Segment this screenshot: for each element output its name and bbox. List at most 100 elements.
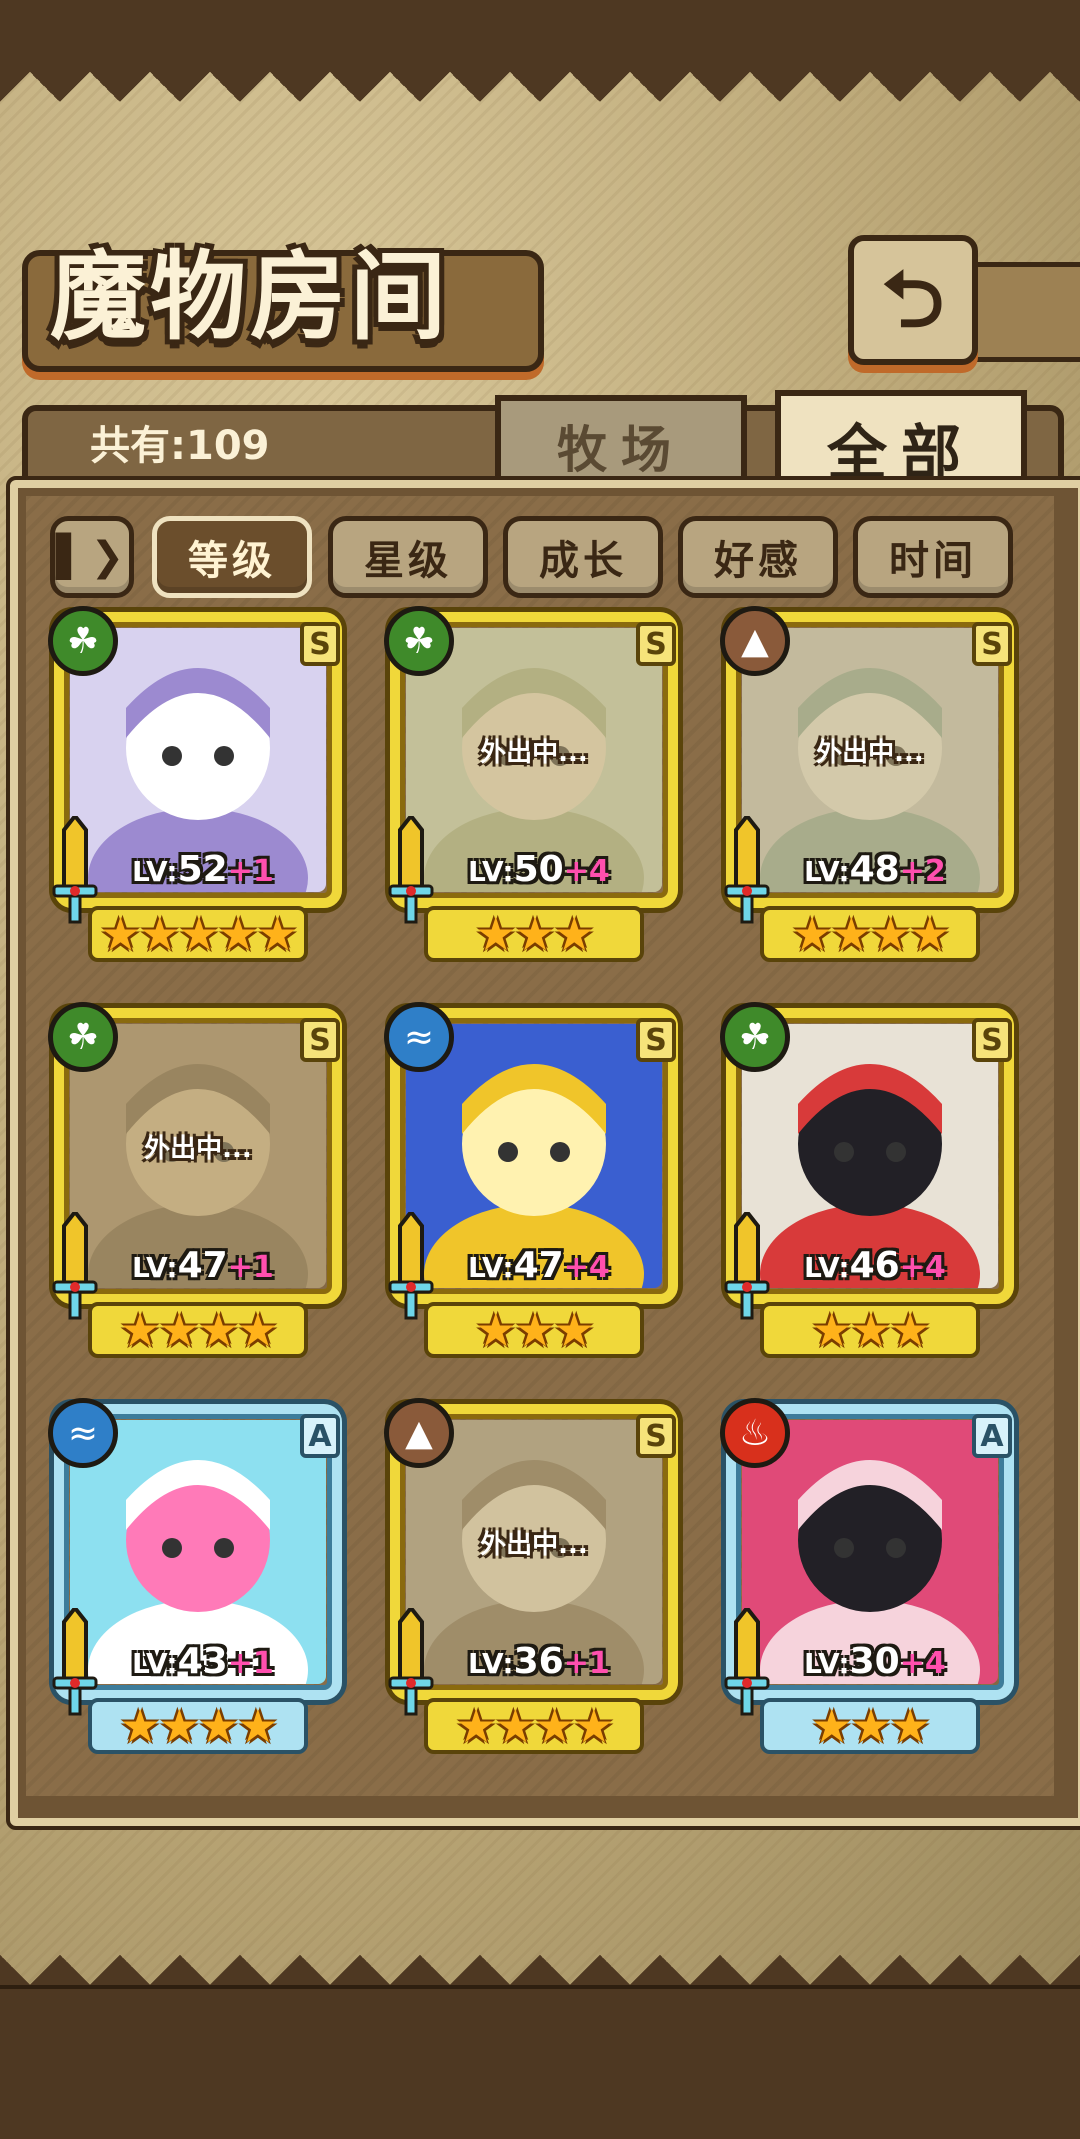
earth-element-icon: ▲ — [720, 606, 790, 676]
monster-card[interactable]: 外出中... ☘ S LV:50+4 ★★★ — [384, 606, 684, 966]
level-value: 47 — [177, 1245, 228, 1286]
level-value: 48 — [849, 849, 900, 890]
level-bonus: +4 — [899, 1646, 946, 1681]
grass-element-icon: ☘ — [384, 606, 454, 676]
sword-icon — [52, 816, 98, 924]
rank-badge: S — [972, 1018, 1012, 1062]
monster-card[interactable]: ♨ A LV:30+4 ★★★ — [720, 1398, 1020, 1758]
top-border — [0, 0, 1080, 76]
sword-icon — [724, 816, 770, 924]
water-element-icon: ≈ — [384, 1002, 454, 1072]
monster-card[interactable]: ☘ S LV:46+4 ★★★ — [720, 1002, 1020, 1362]
back-button-rail — [960, 262, 1080, 362]
level-label: LV:47+4 — [468, 1245, 610, 1286]
level-label: LV:46+4 — [804, 1245, 946, 1286]
level-value: 50 — [513, 849, 564, 890]
bottom-border — [0, 1985, 1080, 2139]
rank-badge: A — [972, 1414, 1012, 1458]
sword-icon — [52, 1608, 98, 1716]
level-value: 52 — [177, 849, 228, 890]
level-value: 36 — [513, 1641, 564, 1682]
star-rating: ★★★★ — [424, 1698, 644, 1754]
sword-icon — [724, 1608, 770, 1716]
water-element-icon: ≈ — [48, 1398, 118, 1468]
sword-icon — [724, 1212, 770, 1320]
level-label: LV:36+1 — [468, 1641, 610, 1682]
monster-card[interactable]: ≈ S LV:47+4 ★★★ — [384, 1002, 684, 1362]
level-value: 47 — [513, 1245, 564, 1286]
grass-element-icon: ☘ — [48, 606, 118, 676]
level-bonus: +2 — [899, 854, 946, 889]
sword-icon — [52, 1212, 98, 1320]
monster-card[interactable]: ☘ S LV:52+1 ★★★★★ — [48, 606, 348, 966]
level-label: LV:43+1 — [132, 1641, 274, 1682]
sort-level-button[interactable]: 等级 — [152, 516, 312, 598]
stars: ★★★★ — [119, 1303, 279, 1357]
earth-element-icon: ▲ — [384, 1398, 454, 1468]
back-button[interactable]: ⮌ — [848, 235, 978, 365]
stars: ★★★★ — [791, 907, 951, 961]
away-status: 外出中... — [480, 1530, 588, 1560]
sword-icon — [388, 1608, 434, 1716]
rank-badge: S — [300, 622, 340, 666]
monster-card[interactable]: 外出中... ▲ S LV:48+2 ★★★★ — [720, 606, 1020, 966]
level-label: LV:50+4 — [468, 849, 610, 890]
monster-card[interactable]: 外出中... ▲ S LV:36+1 ★★★★ — [384, 1398, 684, 1758]
level-bonus: +4 — [899, 1250, 946, 1285]
level-bonus: +4 — [563, 1250, 610, 1285]
level-label: LV:47+1 — [132, 1245, 274, 1286]
rank-badge: S — [636, 1414, 676, 1458]
rank-badge: S — [636, 1018, 676, 1062]
star-rating: ★★★★ — [760, 906, 980, 962]
level-label: LV:52+1 — [132, 849, 274, 890]
level-value: 43 — [177, 1641, 228, 1682]
stars: ★★★ — [475, 907, 595, 961]
level-bonus: +1 — [227, 854, 274, 889]
star-rating: ★★★ — [424, 906, 644, 962]
stars: ★★★ — [811, 1699, 931, 1753]
sort-time-button[interactable]: 时间 — [853, 516, 1013, 598]
stars: ★★★ — [475, 1303, 595, 1357]
monster-card[interactable]: 外出中... ☘ S LV:47+1 ★★★★ — [48, 1002, 348, 1362]
grass-element-icon: ☘ — [720, 1002, 790, 1072]
rank-badge: S — [636, 622, 676, 666]
stars: ★★★ — [811, 1303, 931, 1357]
away-status: 外出中... — [480, 738, 588, 768]
star-rating: ★★★★ — [88, 1698, 308, 1754]
stars: ★★★★★ — [99, 907, 298, 961]
level-label: LV:30+4 — [804, 1641, 946, 1682]
sword-icon — [388, 1212, 434, 1320]
star-rating: ★★★ — [424, 1302, 644, 1358]
sort-affection-button[interactable]: 好感 — [678, 516, 838, 598]
level-bonus: +1 — [227, 1250, 274, 1285]
level-bonus: +1 — [563, 1646, 610, 1681]
monster-count: 共有:109 — [90, 423, 270, 469]
stars: ★★★★ — [455, 1699, 615, 1753]
bottom-zigzag-border — [0, 1925, 1080, 1985]
star-rating: ★★★ — [760, 1302, 980, 1358]
away-status: 外出中... — [144, 1134, 252, 1164]
sort-star-button[interactable]: 星级 — [328, 516, 488, 598]
level-label: LV:48+2 — [804, 849, 946, 890]
sort-order-icon: ▌❯ — [55, 534, 129, 580]
star-rating: ★★★★★ — [88, 906, 308, 962]
star-rating: ★★★ — [760, 1698, 980, 1754]
top-zigzag-border — [0, 72, 1080, 132]
star-rating: ★★★★ — [88, 1302, 308, 1358]
fire-element-icon: ♨ — [720, 1398, 790, 1468]
monster-card[interactable]: ≈ A LV:43+1 ★★★★ — [48, 1398, 348, 1758]
level-value: 30 — [849, 1641, 900, 1682]
rank-badge: S — [972, 622, 1012, 666]
sort-growth-button[interactable]: 成长 — [503, 516, 663, 598]
level-bonus: +1 — [227, 1646, 274, 1681]
grass-element-icon: ☘ — [48, 1002, 118, 1072]
tab-ranch[interactable]: 牧场 — [495, 395, 747, 491]
sort-order-toggle[interactable]: ▌❯ — [50, 516, 134, 598]
away-status: 外出中... — [816, 738, 924, 768]
back-arrow-icon: ⮌ — [881, 255, 945, 345]
level-bonus: +4 — [563, 854, 610, 889]
rank-badge: A — [300, 1414, 340, 1458]
sword-icon — [388, 816, 434, 924]
rank-badge: S — [300, 1018, 340, 1062]
page-title: 魔物房间 — [50, 240, 450, 353]
